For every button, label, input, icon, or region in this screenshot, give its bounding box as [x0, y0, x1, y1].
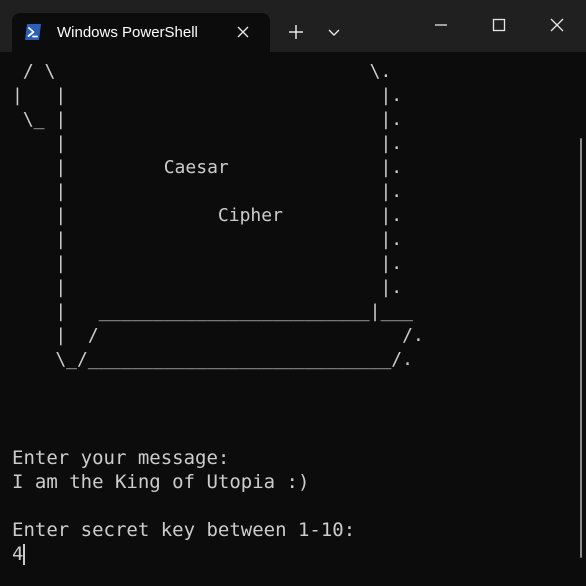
new-tab-button[interactable] [283, 19, 309, 45]
powershell-window: Windows PowerShell / \ \. | | |. \_ | |.… [0, 0, 586, 586]
maximize-button[interactable] [484, 10, 514, 40]
message-prompt: Enter your message: [12, 447, 230, 469]
close-icon [550, 18, 564, 32]
plus-icon [289, 25, 303, 39]
text-cursor [23, 544, 25, 565]
key-prompt: Enter secret key between 1-10: [12, 519, 356, 541]
tab-powershell[interactable]: Windows PowerShell [12, 13, 270, 52]
chevron-down-icon [328, 29, 340, 36]
minimize-button[interactable] [426, 10, 456, 40]
scrollbar[interactable] [576, 52, 586, 586]
close-tab-icon[interactable] [234, 23, 252, 41]
title-bar: Windows PowerShell [0, 0, 586, 52]
tab-title: Windows PowerShell [57, 24, 198, 41]
key-input[interactable]: 4 [12, 542, 23, 566]
close-window-button[interactable] [542, 10, 572, 40]
tab-dropdown-button[interactable] [321, 19, 347, 45]
maximize-icon [492, 18, 506, 32]
caesar-cipher-ascii-art: / \ \. | | |. \_ | |. | |. | Caesar |. | [12, 61, 424, 370]
scrollbar-thumb[interactable] [580, 138, 582, 558]
powershell-icon [24, 23, 42, 41]
message-input-echo: I am the King of Utopia :) [12, 471, 310, 493]
terminal-output[interactable]: / \ \. | | |. \_ | |. | |. | Caesar |. | [12, 52, 572, 586]
